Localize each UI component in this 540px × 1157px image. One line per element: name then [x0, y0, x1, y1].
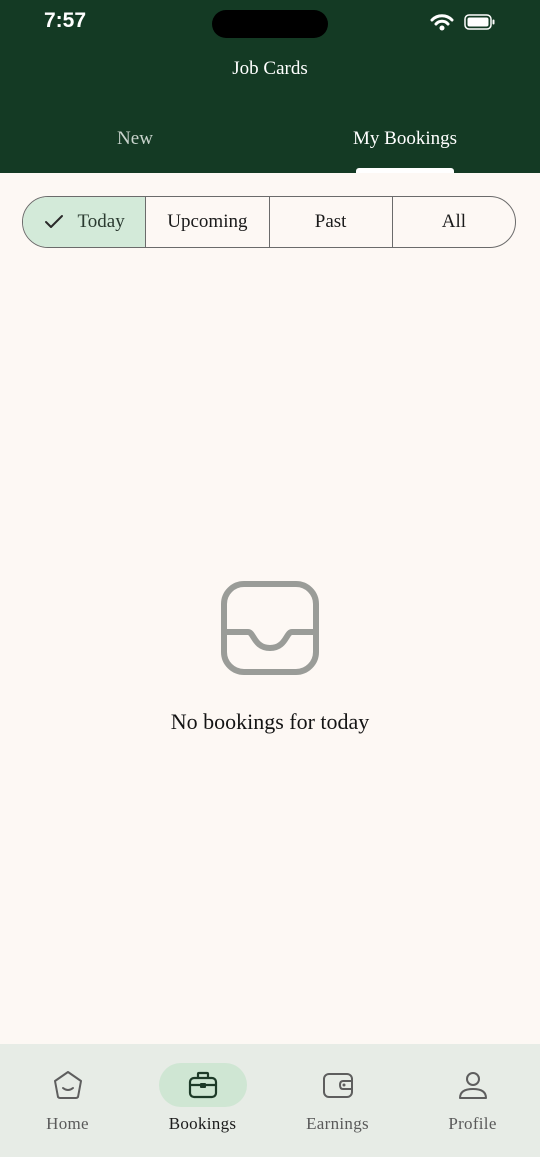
- page-title: Job Cards: [232, 58, 308, 79]
- segment-past[interactable]: Past: [270, 197, 393, 247]
- dynamic-island: [212, 10, 328, 38]
- nav-label: Profile: [448, 1114, 497, 1133]
- segment-label: Upcoming: [167, 211, 248, 232]
- segment-all[interactable]: All: [393, 197, 515, 247]
- nav-item-earnings[interactable]: Earnings: [270, 1044, 405, 1157]
- segment-label: Today: [77, 211, 125, 232]
- person-icon: [458, 1072, 487, 1099]
- nav-item-home[interactable]: Home: [0, 1044, 135, 1157]
- status-icons: [430, 13, 496, 31]
- battery-icon: [464, 14, 495, 30]
- segment-today[interactable]: Today: [23, 197, 147, 247]
- nav-label: Earnings: [306, 1114, 369, 1133]
- wallet-icon: [322, 1073, 353, 1098]
- status-time: 7:57: [44, 9, 87, 32]
- app-header: 7:57 Job Cards New My Bookings: [0, 0, 540, 173]
- empty-state-message: No bookings for today: [170, 709, 370, 734]
- check-icon: [44, 214, 64, 230]
- tab-new[interactable]: New: [0, 128, 270, 150]
- tab-indicator: [356, 168, 454, 173]
- booking-filter: Today Upcoming Past All: [22, 196, 516, 248]
- segment-label: All: [441, 211, 467, 232]
- wifi-icon: [430, 14, 454, 31]
- nav-label: Bookings: [168, 1114, 237, 1133]
- tab-my-bookings[interactable]: My Bookings: [270, 128, 540, 150]
- nav-label: Home: [46, 1114, 89, 1133]
- segment-upcoming[interactable]: Upcoming: [146, 197, 270, 247]
- inbox-icon: [221, 581, 319, 675]
- briefcase-icon: [188, 1071, 217, 1099]
- nav-item-bookings[interactable]: Bookings: [135, 1044, 270, 1157]
- nav-item-profile[interactable]: Profile: [405, 1044, 540, 1157]
- bottom-nav: Home Bookings Earnings Profile: [0, 1044, 540, 1157]
- segment-label: Past: [314, 211, 347, 232]
- home-icon: [53, 1071, 82, 1099]
